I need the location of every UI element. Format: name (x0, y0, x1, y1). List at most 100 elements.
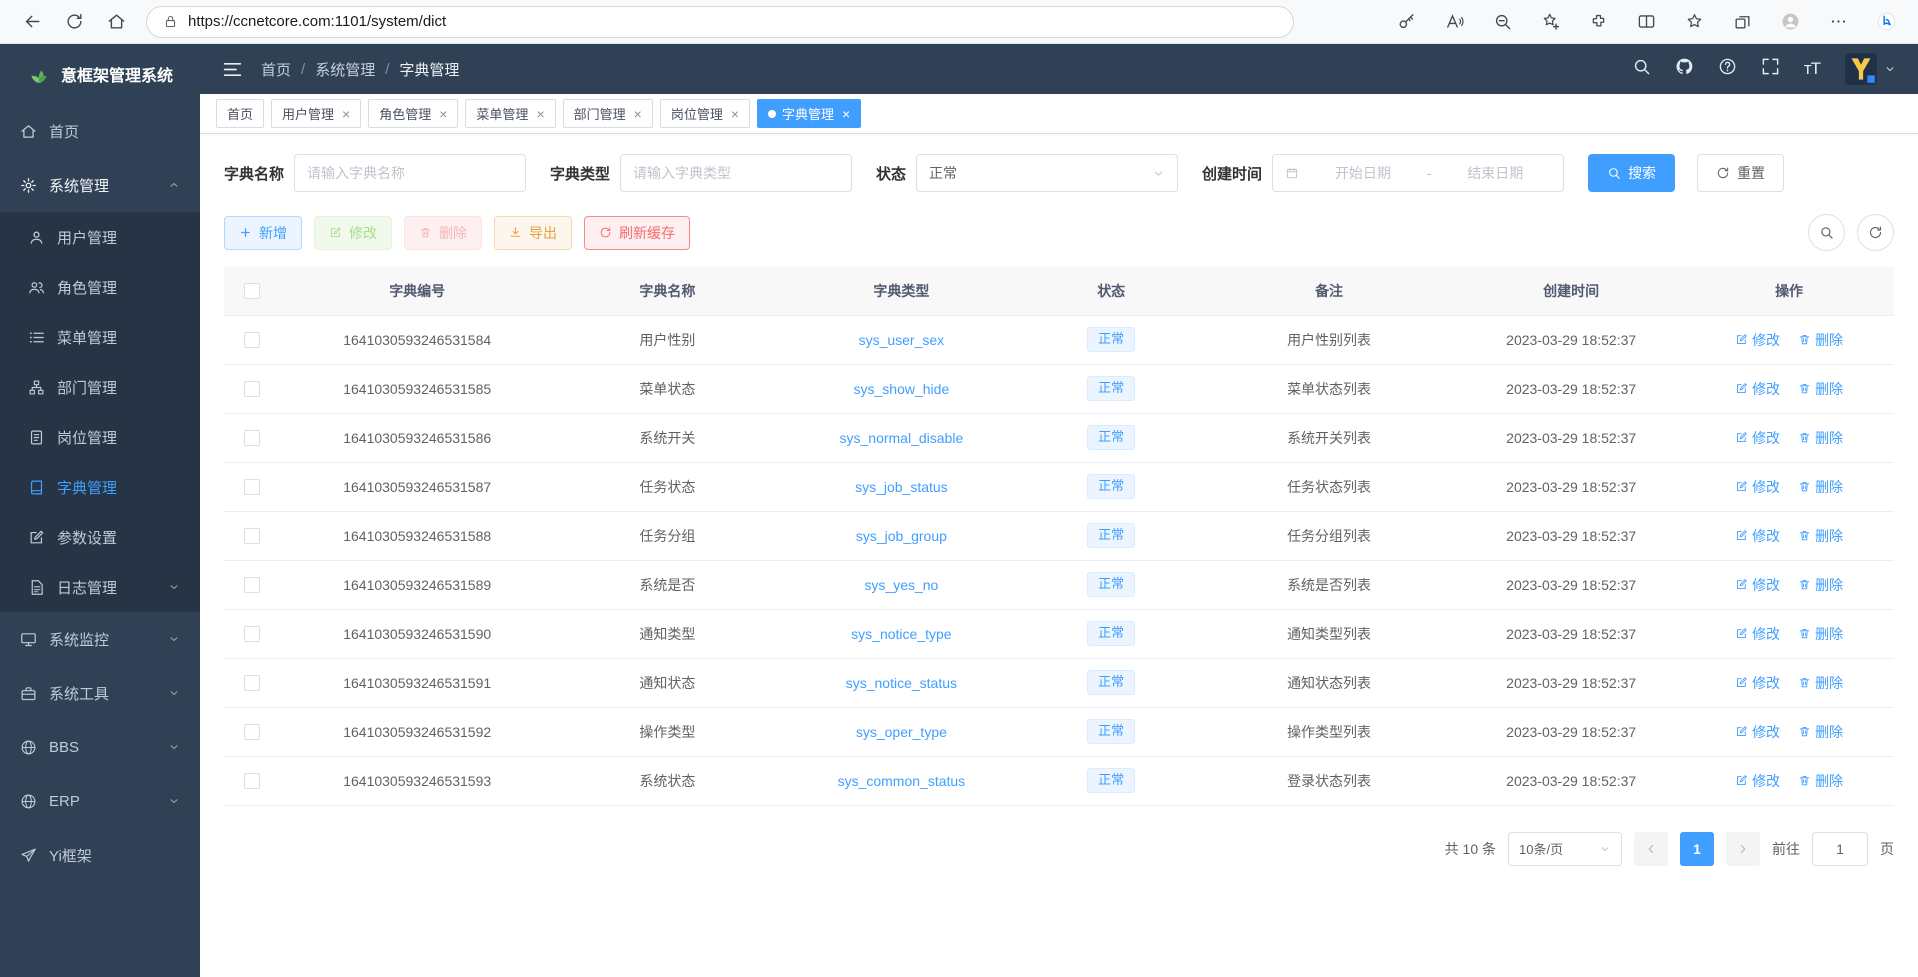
tab-user-management[interactable]: 用户管理× (271, 99, 361, 128)
tab-close-icon[interactable]: × (437, 106, 447, 122)
row-delete-link[interactable]: 删除 (1798, 673, 1843, 693)
browser-collections-button[interactable] (1722, 4, 1762, 40)
header-fullscreen-button[interactable] (1761, 57, 1780, 82)
dict-type-link[interactable]: sys_job_group (856, 528, 947, 544)
dict-type-link[interactable]: sys_normal_disable (840, 430, 964, 446)
sidebar-item-role-management[interactable]: 角色管理 (0, 262, 200, 312)
row-edit-link[interactable]: 修改 (1735, 526, 1780, 546)
browser-back-button[interactable] (12, 4, 52, 40)
browser-add-favorite-button[interactable] (1530, 4, 1570, 40)
row-delete-link[interactable]: 删除 (1798, 526, 1843, 546)
sidebar-item-menu-management[interactable]: 菜单管理 (0, 312, 200, 362)
tab-dict-management[interactable]: 字典管理× (757, 99, 861, 128)
add-button[interactable]: 新增 (224, 216, 302, 250)
row-edit-link[interactable]: 修改 (1735, 428, 1780, 448)
row-edit-link[interactable]: 修改 (1735, 673, 1780, 693)
row-checkbox[interactable] (244, 773, 260, 789)
search-button[interactable]: 搜索 (1588, 154, 1675, 192)
row-edit-link[interactable]: 修改 (1735, 722, 1780, 742)
header-font-size-button[interactable]: тT (1804, 58, 1820, 80)
row-delete-link[interactable]: 删除 (1798, 771, 1843, 791)
row-edit-link[interactable]: 修改 (1735, 379, 1780, 399)
row-checkbox[interactable] (244, 577, 260, 593)
export-button[interactable]: 导出 (494, 216, 572, 250)
row-edit-link[interactable]: 修改 (1735, 330, 1780, 350)
row-delete-link[interactable]: 删除 (1798, 379, 1843, 399)
breadcrumb-item[interactable]: 字典管理 (399, 59, 459, 80)
row-checkbox[interactable] (244, 675, 260, 691)
row-delete-link[interactable]: 删除 (1798, 722, 1843, 742)
dict-type-input[interactable] (620, 154, 852, 192)
sidebar-item-system-management[interactable]: 系统管理 (0, 158, 200, 212)
row-delete-link[interactable]: 删除 (1798, 624, 1843, 644)
sidebar-item-erp[interactable]: ERP (0, 774, 200, 828)
row-edit-link[interactable]: 修改 (1735, 624, 1780, 644)
tab-role-management[interactable]: 角色管理× (368, 99, 458, 128)
sidebar-item-yi-framework[interactable]: Yi框架 (0, 828, 200, 882)
sidebar-item-log-management[interactable]: 日志管理 (0, 562, 200, 612)
next-page-button[interactable] (1726, 832, 1760, 866)
browser-home-button[interactable] (96, 4, 136, 40)
address-bar[interactable]: https://ccnetcore.com:1101/system/dict (146, 6, 1294, 38)
browser-extensions-button[interactable] (1578, 4, 1618, 40)
browser-favorites-button[interactable] (1674, 4, 1714, 40)
toggle-search-button[interactable] (1808, 214, 1845, 251)
dict-type-link[interactable]: sys_notice_status (846, 675, 957, 691)
row-delete-link[interactable]: 删除 (1798, 330, 1843, 350)
tab-close-icon[interactable]: × (340, 106, 350, 122)
row-delete-link[interactable]: 删除 (1798, 428, 1843, 448)
date-range-picker[interactable]: 开始日期 - 结束日期 (1272, 154, 1564, 192)
dict-type-link[interactable]: sys_oper_type (856, 724, 947, 740)
sidebar-item-system-monitor[interactable]: 系统监控 (0, 612, 200, 666)
sidebar-item-system-tools[interactable]: 系统工具 (0, 666, 200, 720)
status-select[interactable]: 正常 (916, 154, 1178, 192)
row-edit-link[interactable]: 修改 (1735, 575, 1780, 595)
header-help-button[interactable] (1718, 57, 1737, 82)
dict-name-input[interactable] (294, 154, 526, 192)
browser-more-button[interactable] (1818, 4, 1858, 40)
tab-post-management[interactable]: 岗位管理× (660, 99, 750, 128)
sidebar-item-home[interactable]: 首页 (0, 104, 200, 158)
dict-type-link[interactable]: sys_yes_no (864, 577, 938, 593)
row-edit-link[interactable]: 修改 (1735, 477, 1780, 497)
header-github-button[interactable] (1675, 57, 1694, 82)
browser-profile-button[interactable] (1770, 4, 1810, 40)
browser-read-aloud-button[interactable] (1434, 4, 1474, 40)
tab-dept-management[interactable]: 部门管理× (563, 99, 653, 128)
tab-close-icon[interactable]: × (632, 106, 642, 122)
tab-close-icon[interactable]: × (729, 106, 739, 122)
row-checkbox[interactable] (244, 479, 260, 495)
sidebar-item-bbs[interactable]: BBS (0, 720, 200, 774)
tab-home[interactable]: 首页 (216, 99, 264, 128)
row-checkbox[interactable] (244, 381, 260, 397)
row-checkbox[interactable] (244, 332, 260, 348)
header-search-button[interactable] (1632, 57, 1651, 82)
select-all-checkbox[interactable] (244, 283, 260, 299)
collapse-menu-icon[interactable] (222, 59, 243, 80)
row-delete-link[interactable]: 删除 (1798, 575, 1843, 595)
refresh-table-button[interactable] (1857, 214, 1894, 251)
dict-type-link[interactable]: sys_show_hide (854, 381, 950, 397)
browser-split-screen-button[interactable] (1626, 4, 1666, 40)
goto-page-input[interactable] (1812, 832, 1868, 866)
sidebar-item-param-settings[interactable]: 参数设置 (0, 512, 200, 562)
sidebar-item-post-management[interactable]: 岗位管理 (0, 412, 200, 462)
row-checkbox[interactable] (244, 724, 260, 740)
tab-close-icon[interactable]: × (840, 106, 850, 122)
tab-close-icon[interactable]: × (534, 106, 544, 122)
user-menu[interactable] (1844, 52, 1896, 86)
refresh-cache-button[interactable]: 刷新缓存 (584, 216, 690, 250)
row-edit-link[interactable]: 修改 (1735, 771, 1780, 791)
browser-refresh-button[interactable] (54, 4, 94, 40)
sidebar-item-dict-management[interactable]: 字典管理 (0, 462, 200, 512)
edit-button[interactable]: 修改 (314, 216, 392, 250)
row-delete-link[interactable]: 删除 (1798, 477, 1843, 497)
dict-type-link[interactable]: sys_common_status (838, 773, 966, 789)
breadcrumb-item[interactable]: 首页 (261, 59, 291, 80)
current-page-button[interactable]: 1 (1680, 832, 1714, 866)
browser-bing-button[interactable] (1866, 4, 1906, 40)
row-checkbox[interactable] (244, 430, 260, 446)
breadcrumb-item[interactable]: 系统管理 (315, 59, 375, 80)
dict-type-link[interactable]: sys_user_sex (859, 332, 945, 348)
tab-menu-management[interactable]: 菜单管理× (465, 99, 555, 128)
